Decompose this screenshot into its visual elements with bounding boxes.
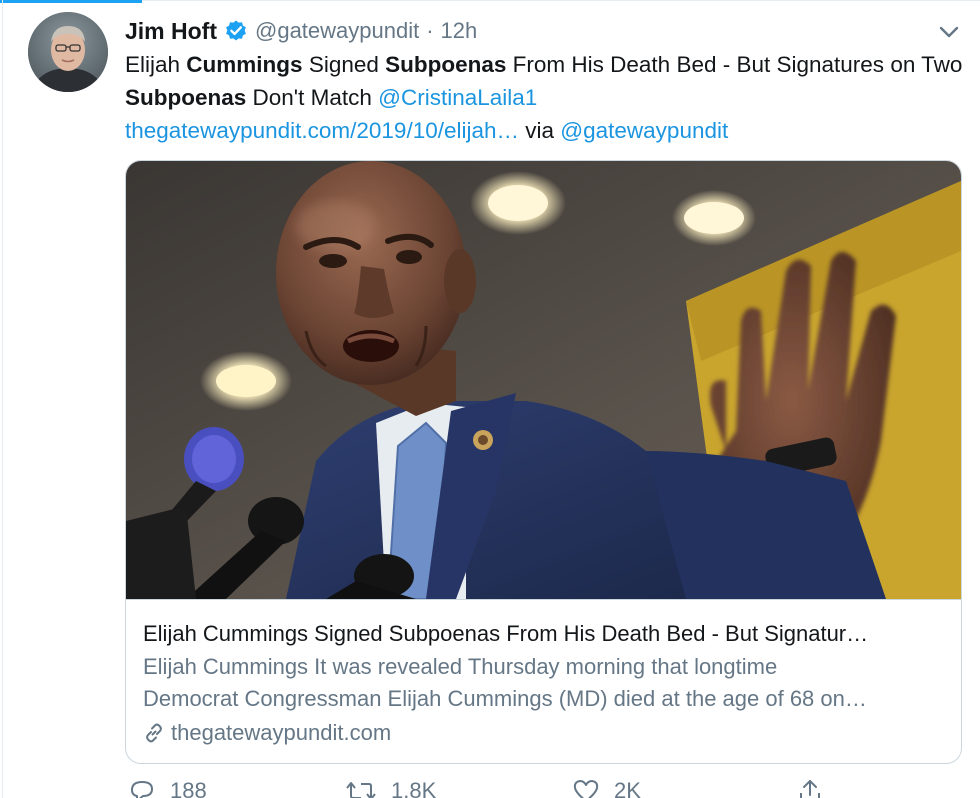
card-description: Elijah Cummings It was revealed Thursday… — [143, 654, 867, 711]
reply-button[interactable]: 188 — [128, 778, 207, 798]
divider — [2, 0, 3, 798]
mention-link[interactable]: @gatewaypundit — [560, 118, 728, 143]
like-count: 2K — [614, 778, 641, 798]
separator-dot: · — [426, 18, 434, 43]
share-button[interactable] — [797, 778, 837, 798]
card-title[interactable]: Elijah Cummings Signed Subpoenas From Hi… — [143, 619, 948, 649]
divider — [142, 0, 980, 1]
tweet-header: Jim Hoft @gatewaypundit · 12h — [125, 14, 477, 48]
tab-indicator — [0, 0, 142, 3]
author-name[interactable]: Jim Hoft — [125, 18, 217, 45]
card-domain[interactable]: thegatewaypundit.com — [143, 717, 391, 749]
retweet-icon — [346, 782, 376, 798]
author-handle[interactable]: @gatewaypundit — [255, 18, 419, 44]
tweet-timestamp[interactable]: 12h — [441, 18, 478, 44]
share-icon — [800, 780, 820, 798]
like-button[interactable]: 2K — [572, 778, 641, 798]
tweet-text: Elijah Cummings Signed Subpoenas From Hi… — [125, 52, 963, 143]
mention-link[interactable]: @CristinaLaila1 — [378, 85, 537, 110]
card-image[interactable] — [126, 161, 961, 600]
link-icon — [146, 723, 162, 743]
card-domain-text: thegatewaypundit.com — [171, 720, 392, 745]
chevron-down-icon[interactable] — [936, 22, 962, 42]
reply-icon — [131, 781, 153, 798]
article-url-link[interactable]: thegatewaypundit.com/2019/10/elijah… — [125, 118, 519, 143]
verified-badge-icon — [224, 19, 248, 43]
tweet-actions: 188 1.8K 2K — [125, 778, 965, 798]
reply-count: 188 — [170, 778, 207, 798]
retweet-count: 1.8K — [391, 778, 437, 798]
link-card[interactable]: Elijah Cummings Signed Subpoenas From Hi… — [125, 160, 962, 764]
like-icon — [573, 780, 599, 798]
tweet-view: Jim Hoft @gatewaypundit · 12h Elijah Cum… — [0, 0, 980, 798]
avatar[interactable] — [28, 12, 108, 92]
retweet-button[interactable]: 1.8K — [345, 778, 436, 798]
